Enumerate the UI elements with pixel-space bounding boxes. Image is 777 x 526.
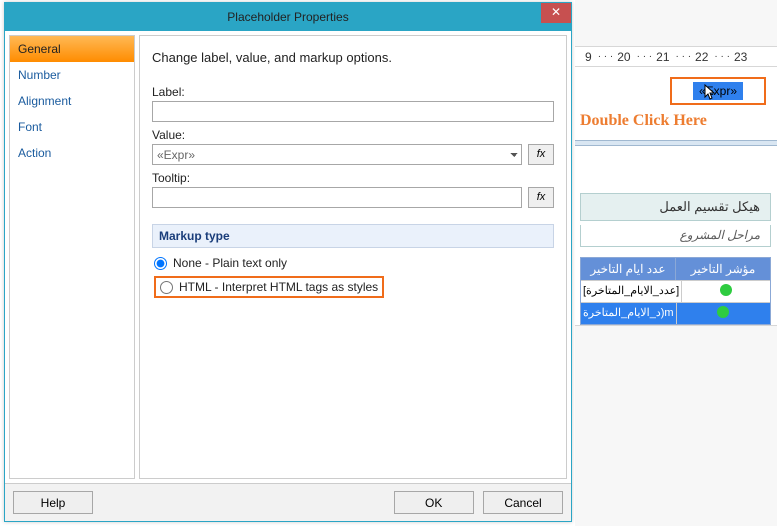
cell bbox=[681, 281, 770, 302]
status-dot-icon bbox=[720, 284, 732, 296]
sidebar: General Number Alignment Font Action bbox=[9, 35, 135, 479]
radio-none[interactable] bbox=[154, 257, 167, 270]
cursor-icon bbox=[703, 84, 719, 102]
tooltip-input[interactable] bbox=[152, 187, 522, 208]
sidebar-item-general[interactable]: General bbox=[10, 36, 134, 62]
ok-button[interactable]: OK bbox=[394, 491, 474, 514]
value-label: Value: bbox=[152, 128, 554, 142]
ruler: 9 · · · 20 · · · 21 · · · 22 · · · 23 bbox=[575, 47, 777, 67]
table-row: [عدد_الايام_المتاخرة] bbox=[581, 280, 770, 302]
content-panel: Change label, value, and markup options.… bbox=[139, 35, 567, 479]
table-row[interactable]: m(د_الايام_المتاخرة bbox=[581, 302, 770, 324]
annotation-label: Double Click Here bbox=[580, 112, 707, 130]
markup-option-none[interactable]: None - Plain text only bbox=[154, 256, 552, 270]
expr-placeholder[interactable]: «Expr» bbox=[693, 82, 743, 100]
markup-option-html[interactable]: HTML - Interpret HTML tags as styles bbox=[160, 280, 378, 294]
cell: m(د_الايام_المتاخرة bbox=[581, 303, 676, 324]
ruler-tick: 20 bbox=[617, 50, 630, 64]
cancel-button[interactable]: Cancel bbox=[483, 491, 563, 514]
bg-divider bbox=[575, 140, 777, 146]
col-header: عدد ايام التاخير bbox=[581, 258, 675, 280]
help-button[interactable]: Help bbox=[13, 491, 93, 514]
ruler-tick: 9 bbox=[585, 50, 592, 64]
wbs-table: عدد ايام التاخير مؤشر التاخير [عدد_الايا… bbox=[580, 257, 771, 325]
bg-bottom-strip bbox=[575, 325, 777, 526]
close-button[interactable]: ✕ bbox=[541, 3, 571, 23]
wbs-subheader: مراحل المشروع bbox=[580, 225, 771, 247]
value-select[interactable]: «Expr» bbox=[152, 144, 522, 165]
markup-html-highlight: HTML - Interpret HTML tags as styles bbox=[154, 276, 384, 298]
markup-radio-group: None - Plain text only HTML - Interpret … bbox=[152, 248, 554, 306]
label-label: Label: bbox=[152, 85, 554, 99]
label-input[interactable] bbox=[152, 101, 554, 122]
dialog-body: General Number Alignment Font Action Cha… bbox=[5, 31, 571, 483]
tooltip-expression-button[interactable]: fx bbox=[528, 187, 554, 208]
ruler-tick: 22 bbox=[695, 50, 708, 64]
placeholder-properties-dialog: Placeholder Properties ✕ General Number … bbox=[4, 2, 572, 522]
sidebar-item-number[interactable]: Number bbox=[10, 62, 134, 88]
page-heading: Change label, value, and markup options. bbox=[152, 50, 554, 65]
sidebar-item-action[interactable]: Action bbox=[10, 140, 134, 166]
value-expression-button[interactable]: fx bbox=[528, 144, 554, 165]
ruler-tick: 21 bbox=[656, 50, 669, 64]
radio-html[interactable] bbox=[160, 281, 173, 294]
status-dot-icon bbox=[717, 306, 729, 318]
col-header: مؤشر التاخير bbox=[675, 258, 770, 280]
bg-top-strip bbox=[575, 0, 777, 47]
dialog-footer: Help OK Cancel bbox=[5, 483, 571, 521]
tooltip-label: Tooltip: bbox=[152, 171, 554, 185]
ruler-tick: 23 bbox=[734, 50, 747, 64]
window-title: Placeholder Properties bbox=[227, 10, 348, 24]
titlebar[interactable]: Placeholder Properties ✕ bbox=[5, 3, 571, 31]
sidebar-item-alignment[interactable]: Alignment bbox=[10, 88, 134, 114]
sidebar-item-font[interactable]: Font bbox=[10, 114, 134, 140]
close-icon: ✕ bbox=[551, 5, 561, 19]
wbs-table-head: عدد ايام التاخير مؤشر التاخير bbox=[581, 258, 770, 280]
expr-placeholder-highlight: «Expr» bbox=[670, 77, 766, 105]
markup-type-header: Markup type bbox=[152, 224, 554, 248]
cell bbox=[676, 303, 770, 324]
cell: [عدد_الايام_المتاخرة] bbox=[581, 281, 681, 302]
wbs-header: هيكل تقسيم العمل bbox=[580, 193, 771, 221]
